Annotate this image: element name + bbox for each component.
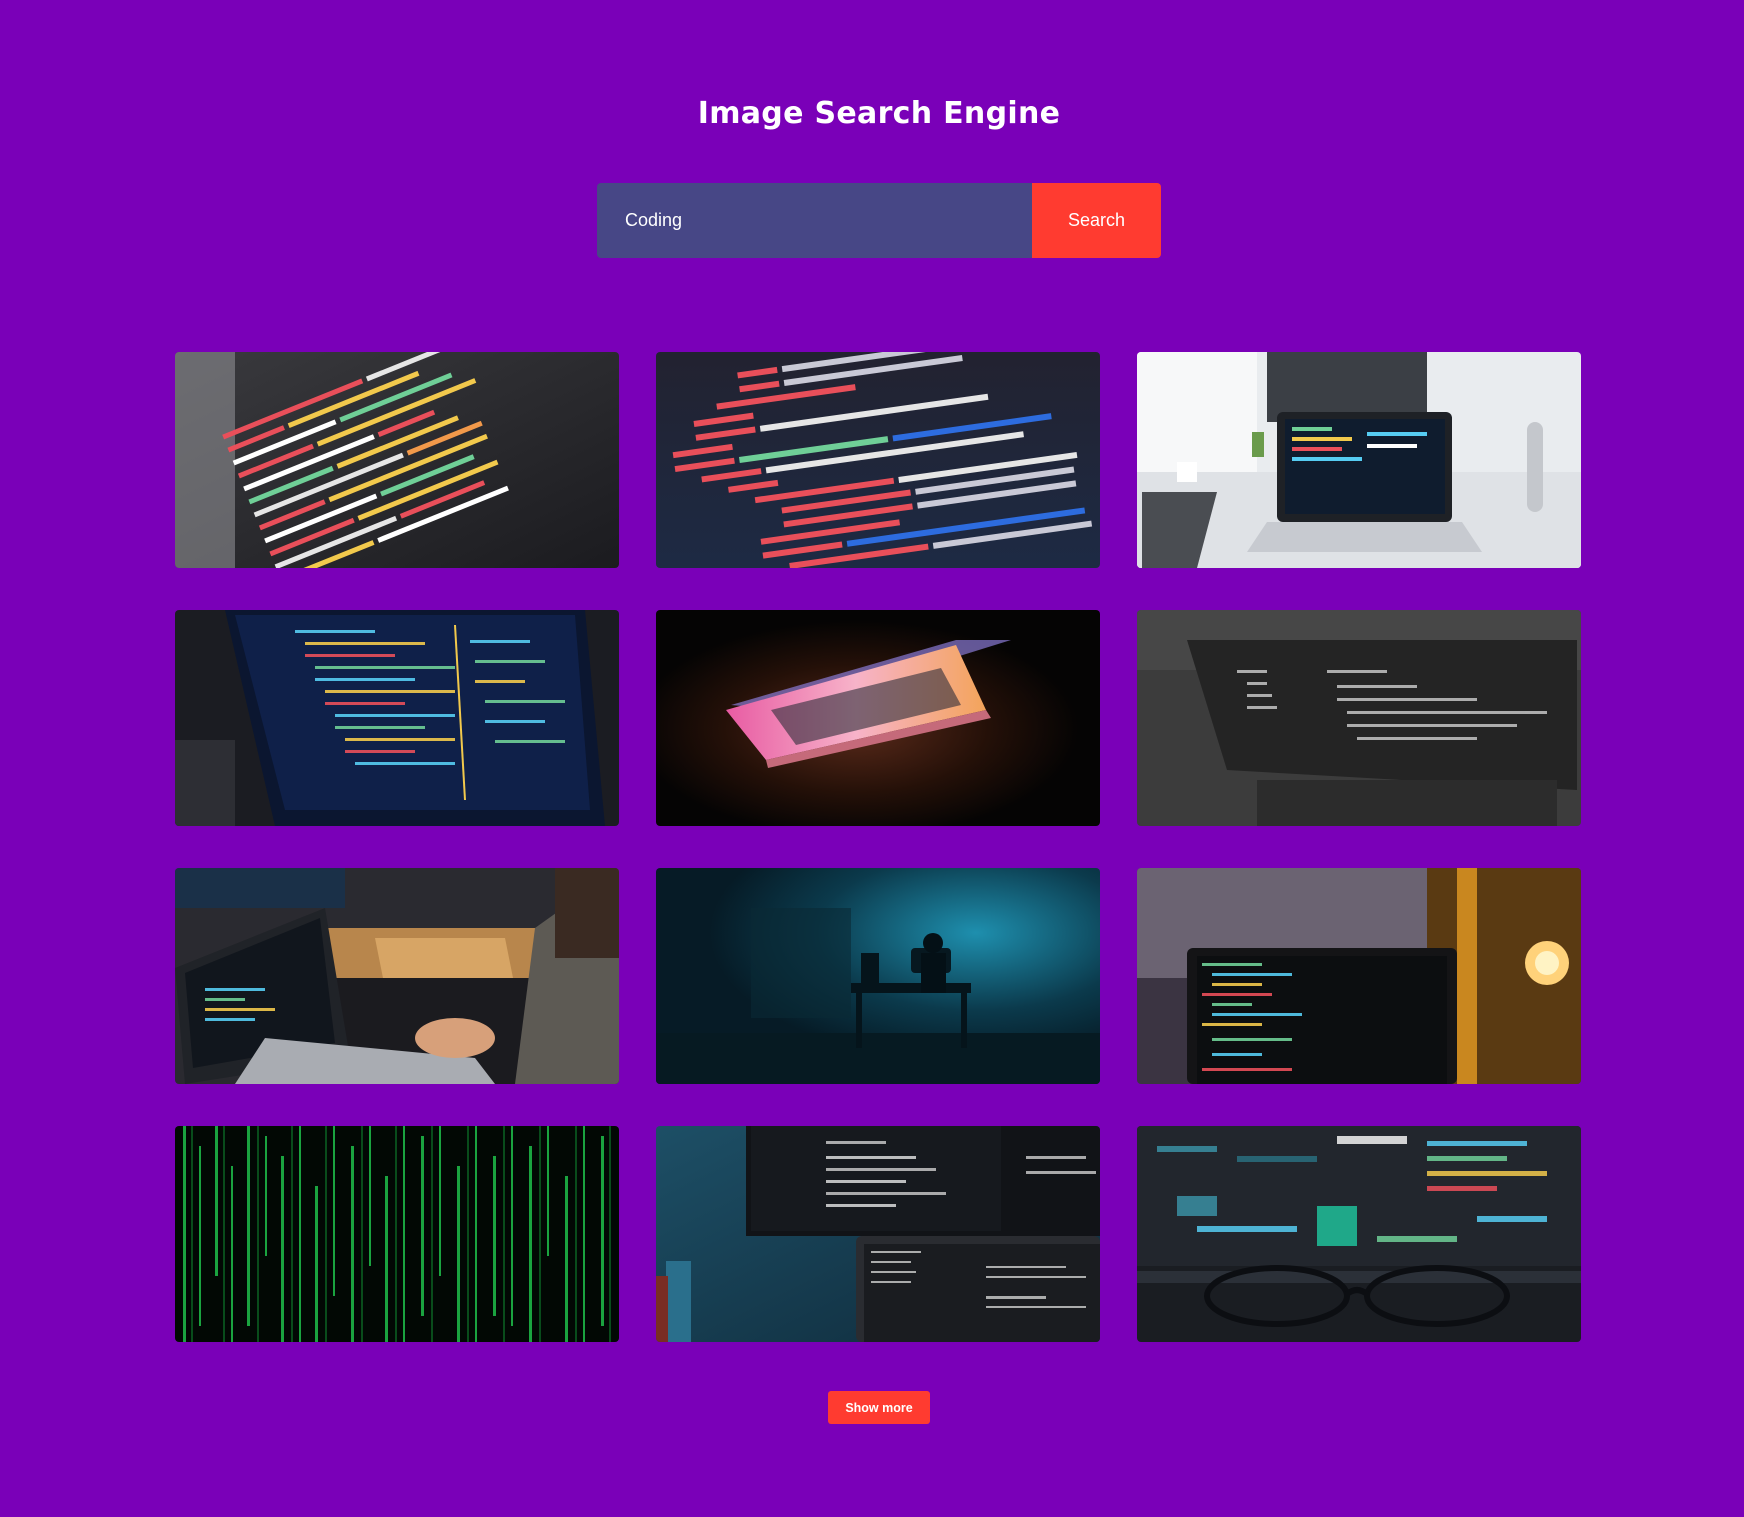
result-image[interactable] — [1137, 610, 1581, 826]
image-results-grid — [175, 352, 1583, 1342]
laptop-bulb-image — [1137, 868, 1581, 1084]
result-image[interactable] — [1137, 352, 1581, 568]
result-image[interactable] — [656, 610, 1100, 826]
show-more-button[interactable]: Show more — [828, 1391, 930, 1424]
monitor-laptop-image — [656, 1126, 1100, 1342]
laptop-desk-image — [1137, 352, 1581, 568]
hacker-room-image — [656, 868, 1100, 1084]
glasses-monitor-image — [1137, 1126, 1581, 1342]
result-image[interactable] — [656, 868, 1100, 1084]
result-image[interactable] — [656, 1126, 1100, 1342]
grayscale-laptop-image — [1137, 610, 1581, 826]
matrix-code-image — [175, 1126, 619, 1342]
code-screen-image — [175, 610, 619, 826]
person-coding-image — [175, 868, 619, 1084]
result-image[interactable] — [175, 868, 619, 1084]
search-form: Search — [597, 183, 1161, 258]
result-image[interactable] — [175, 610, 619, 826]
glowing-laptop-image — [656, 610, 1100, 826]
result-image[interactable] — [1137, 868, 1581, 1084]
result-image[interactable] — [1137, 1126, 1581, 1342]
page: Image Search Engine Search — [0, 0, 1744, 1517]
page-title: Image Search Engine — [697, 96, 1061, 131]
result-image[interactable] — [175, 1126, 619, 1342]
code-screen-image — [175, 352, 619, 568]
search-button[interactable]: Search — [1032, 183, 1161, 258]
code-screen-image — [656, 352, 1100, 568]
result-image[interactable] — [656, 352, 1100, 568]
search-input[interactable] — [597, 183, 1032, 258]
result-image[interactable] — [175, 352, 619, 568]
